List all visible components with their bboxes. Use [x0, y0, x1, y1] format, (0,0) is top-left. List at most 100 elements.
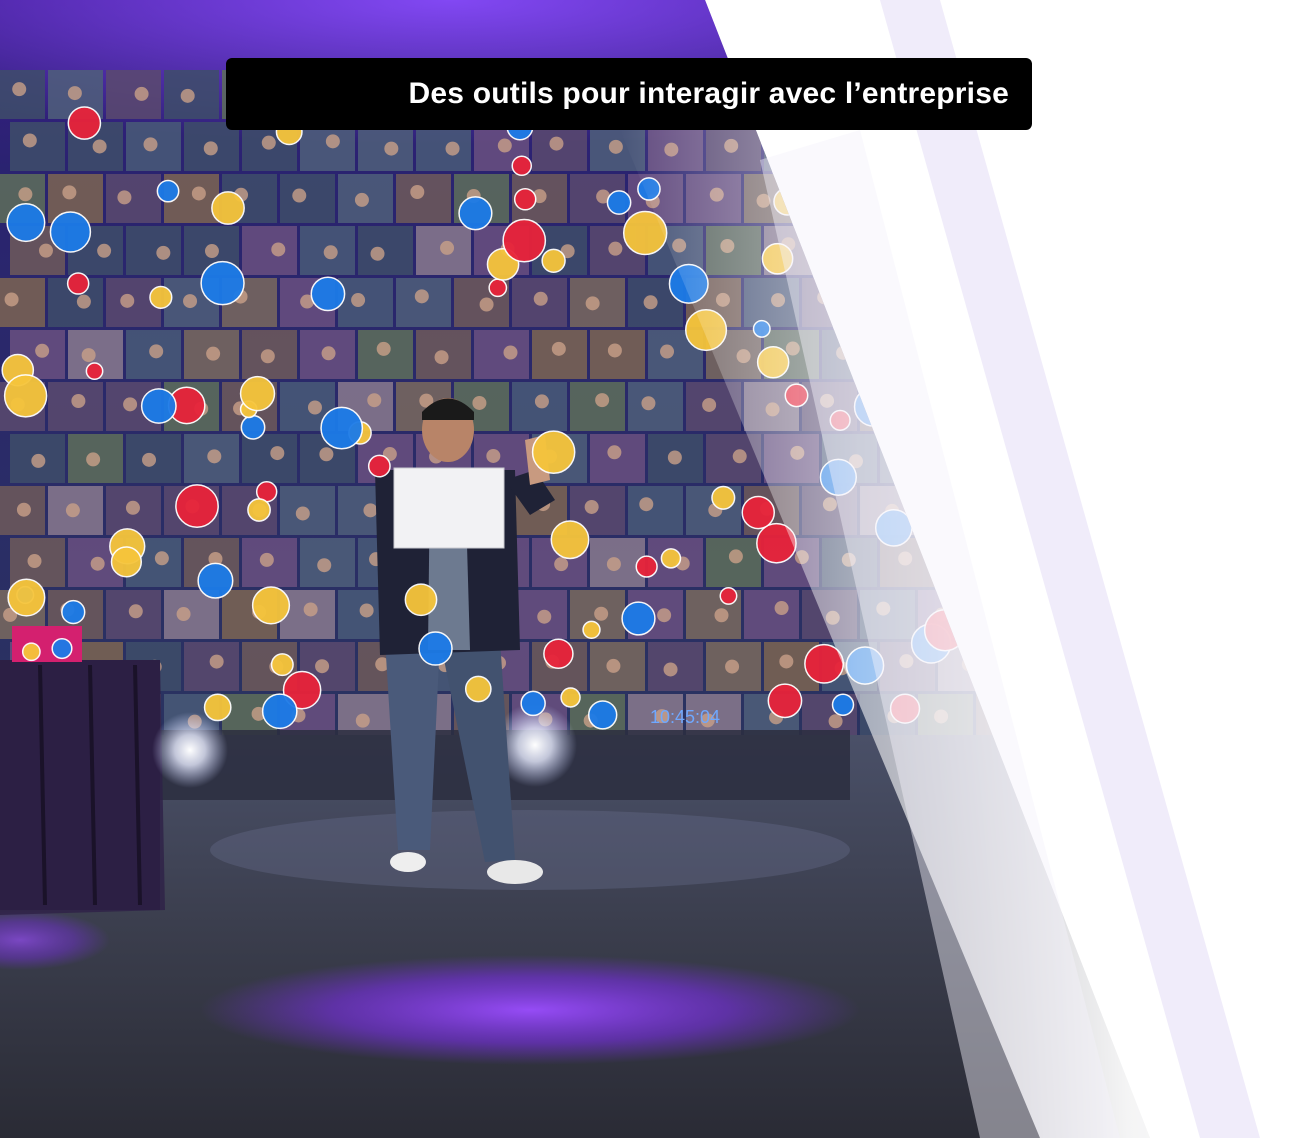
like-reaction-icon — [140, 388, 177, 424]
caption-text: Des outils pour interagir avec l’entrepr… — [408, 77, 1009, 110]
mosaic-face — [307, 400, 322, 415]
mosaic-face — [176, 607, 191, 622]
blank-sign — [393, 467, 505, 549]
mosaic-face — [657, 608, 672, 623]
mosaic-face — [149, 344, 164, 359]
haha-reaction-icon — [21, 642, 41, 662]
mosaic-face — [606, 557, 621, 572]
heart-reaction-icon — [511, 155, 533, 177]
mosaic-face — [537, 609, 552, 624]
mosaic-face — [134, 86, 149, 101]
haha-reaction-icon — [560, 687, 581, 708]
mosaic-face — [384, 141, 399, 156]
mosaic-face — [270, 446, 285, 461]
mosaic-face — [410, 185, 425, 200]
like-reaction-icon — [587, 700, 618, 730]
mosaic-face — [702, 397, 717, 412]
heart-reaction-icon — [502, 218, 547, 263]
mosaic-face — [643, 295, 658, 310]
mosaic-tile — [10, 122, 65, 171]
mosaic-face — [123, 397, 138, 412]
haha-reaction-icon — [149, 285, 173, 309]
like-reaction-icon — [261, 693, 298, 730]
heart-reaction-icon — [513, 187, 537, 211]
mosaic-face — [303, 602, 318, 617]
mosaic-face — [606, 658, 621, 673]
mosaic-face — [142, 452, 157, 467]
haha-reaction-icon — [247, 498, 271, 522]
mosaic-tile — [280, 174, 335, 223]
mosaic-face — [18, 187, 33, 202]
mosaic-face — [204, 244, 219, 259]
mosaic-tile — [628, 382, 683, 431]
haha-reaction-icon — [582, 620, 601, 639]
haha-reaction-icon — [239, 375, 276, 412]
mosaic-face — [261, 135, 276, 150]
mosaic-face — [828, 714, 843, 729]
mosaic-face — [732, 449, 747, 464]
mosaic-face — [191, 186, 206, 201]
mosaic-face — [86, 452, 101, 467]
like-reaction-icon — [621, 601, 656, 636]
mosaic-face — [503, 345, 518, 360]
mosaic-face — [549, 136, 564, 151]
mosaic-face — [533, 291, 548, 306]
heart-reaction-icon — [367, 454, 391, 478]
haha-reaction-icon — [270, 653, 294, 677]
mosaic-face — [321, 346, 336, 361]
mosaic-face — [728, 549, 743, 564]
mosaic-face — [363, 503, 378, 518]
like-reaction-icon — [520, 690, 546, 717]
mosaic-face — [608, 241, 623, 256]
mosaic-face — [445, 141, 460, 156]
mosaic-face — [315, 659, 330, 674]
haha-reaction-icon — [110, 546, 143, 578]
haha-reaction-icon — [464, 675, 492, 703]
haha-reaction-icon — [404, 583, 438, 617]
haha-reaction-icon — [7, 578, 46, 617]
mosaic-face — [203, 141, 218, 156]
mosaic-face — [125, 500, 140, 515]
like-reaction-icon — [418, 631, 453, 666]
like-reaction-icon — [51, 637, 73, 660]
mosaic-face — [16, 502, 31, 517]
mosaic-face — [22, 133, 37, 148]
mosaic-face — [259, 552, 274, 567]
mosaic-face — [551, 341, 566, 356]
haha-reaction-icon — [711, 485, 736, 510]
caption-banner: Des outils pour interagir avec l’entrepr… — [226, 58, 1032, 130]
mosaic-face — [81, 348, 96, 363]
like-reaction-icon — [6, 203, 46, 243]
mosaic-face — [554, 557, 569, 572]
mosaic-face — [12, 82, 27, 97]
heart-reaction-icon — [741, 495, 776, 530]
mosaic-face — [65, 503, 80, 518]
heart-reaction-icon — [767, 683, 803, 719]
mosaic-tile — [242, 434, 297, 483]
mosaic-face — [641, 396, 656, 411]
mosaic-face — [62, 185, 77, 200]
mosaic-face — [355, 713, 370, 728]
mosaic-face — [27, 554, 42, 569]
mosaic-face — [472, 395, 487, 410]
like-reaction-icon — [320, 406, 364, 450]
mosaic-face — [271, 242, 286, 257]
mosaic-face — [183, 294, 198, 309]
heart-reaction-icon — [85, 362, 104, 381]
mosaic-face — [4, 292, 19, 307]
mosaic-face — [97, 243, 112, 258]
mosaic-face — [325, 134, 340, 149]
mosaic-face — [260, 349, 275, 364]
heart-reaction-icon — [175, 484, 219, 528]
like-reaction-icon — [606, 190, 632, 215]
mosaic-tile — [126, 226, 181, 275]
like-reaction-icon — [240, 414, 266, 440]
mosaic-face — [295, 506, 310, 521]
mosaic-face — [206, 346, 221, 361]
haha-reaction-icon — [550, 520, 590, 560]
mosaic-face — [67, 86, 82, 101]
haha-reaction-icon — [3, 374, 48, 418]
heart-reaction-icon — [488, 278, 508, 298]
mosaic-tile — [628, 486, 683, 535]
mosaic-face — [608, 139, 623, 154]
